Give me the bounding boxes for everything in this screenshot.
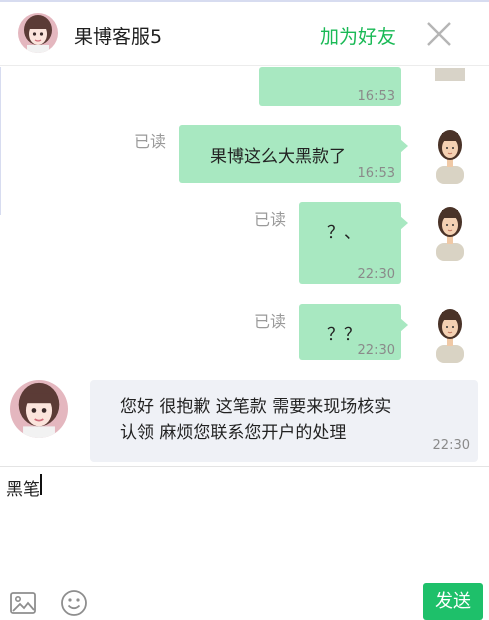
- user-avatar[interactable]: [430, 307, 470, 363]
- read-status: 已读: [254, 312, 287, 331]
- outgoing-message[interactable]: ？、 22:30: [299, 202, 408, 284]
- message-text: 果博这么大黑款了: [210, 147, 346, 167]
- chat-header: 果博客服5 加为好友: [0, 0, 489, 66]
- add-friend-button[interactable]: 加为好友: [320, 22, 396, 49]
- emoji-icon[interactable]: [60, 589, 88, 617]
- agent-avatar[interactable]: [18, 13, 58, 53]
- message-time: 16:53: [357, 166, 395, 181]
- read-status: 已读: [134, 132, 167, 151]
- outgoing-message[interactable]: 果博这么大黑款了 16:53: [179, 125, 408, 183]
- message-text: ？、: [327, 223, 361, 243]
- outgoing-message[interactable]: 16:53: [259, 67, 401, 106]
- message-time: 16:53: [357, 89, 395, 104]
- message-text: ？？: [327, 325, 361, 345]
- message-time: 22:30: [357, 267, 395, 282]
- incoming-message[interactable]: 您好 很抱歉 这笔款 需要来现场核实 认领 麻烦您联系您开户的处理 22:30: [90, 380, 478, 462]
- agent-avatar[interactable]: [10, 380, 68, 438]
- chat-title: 果博客服5: [74, 26, 163, 48]
- close-icon[interactable]: [426, 21, 452, 47]
- user-avatar[interactable]: [430, 128, 470, 184]
- outgoing-message[interactable]: ？？ 22:30: [299, 304, 408, 360]
- message-text-line: 您好 很抱歉 这笔款 需要来现场核实: [120, 397, 392, 417]
- window-border: [0, 67, 1, 215]
- read-status: 已读: [254, 210, 287, 229]
- message-time: 22:30: [357, 343, 395, 358]
- user-avatar[interactable]: [430, 67, 470, 81]
- send-button[interactable]: 发送: [423, 583, 483, 620]
- image-icon[interactable]: [9, 589, 37, 617]
- user-avatar[interactable]: [430, 205, 470, 261]
- composer-input[interactable]: 黑笔: [6, 475, 40, 500]
- message-text-line: 认领 麻烦您联系您开户的处理: [120, 423, 347, 443]
- text-caret: [40, 474, 42, 495]
- message-time: 22:30: [432, 438, 470, 453]
